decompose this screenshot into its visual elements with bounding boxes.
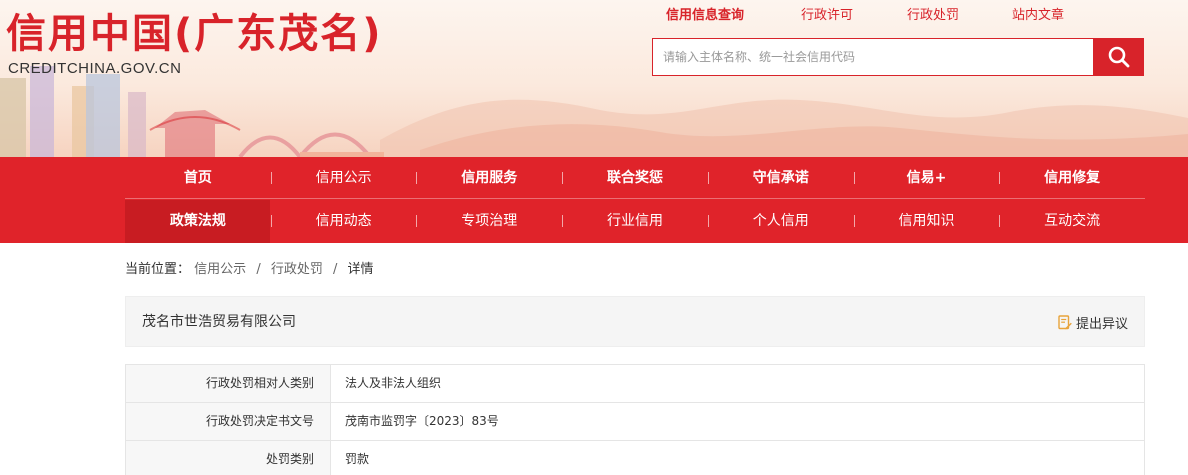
nav-item-special-governance[interactable]: 专项治理: [416, 200, 562, 242]
nav-item-credit-pledge[interactable]: 守信承诺: [707, 157, 854, 198]
nav-item-joint-rewards[interactable]: 联合奖惩: [562, 157, 708, 198]
row-label: 行政处罚相对人类别: [126, 365, 331, 402]
site-header: 信用中国(广东茂名) CREDITCHINA.GOV.CN 信用信息查询 行政许…: [0, 0, 1188, 157]
search-button[interactable]: [1093, 38, 1144, 76]
edit-note-icon: [1058, 314, 1072, 329]
nav-item-credit-repair[interactable]: 信用修复: [999, 157, 1145, 198]
nav-row-1: 首页 信用公示 信用服务 联合奖惩 守信承诺 信易+ 信用修复: [125, 157, 1145, 199]
top-link-admin-license[interactable]: 行政许可: [801, 6, 853, 26]
table-row: 行政处罚相对人类别 法人及非法人组织: [126, 365, 1144, 403]
row-value: 罚款: [345, 452, 370, 466]
search-icon: [1108, 46, 1129, 68]
penalty-detail-table: 行政处罚相对人类别 法人及非法人组织 行政处罚决定书文号 茂南市监罚字〔2023…: [125, 364, 1145, 475]
row-label: 处罚类别: [126, 441, 331, 475]
breadcrumb-prefix: 当前位置：: [125, 262, 191, 277]
nav-item-home[interactable]: 首页: [125, 157, 271, 198]
row-label: 行政处罚决定书文号: [126, 403, 331, 440]
table-row: 处罚类别 罚款: [126, 441, 1144, 475]
top-link-credit-query[interactable]: 信用信息查询: [666, 6, 744, 26]
search-input[interactable]: [652, 38, 1094, 76]
row-value: 茂南市监罚字〔2023〕83号: [345, 414, 499, 428]
nav-item-credit-news[interactable]: 信用动态: [270, 200, 417, 242]
company-name: 茂名市世浩贸易有限公司: [142, 314, 296, 330]
row-value: 法人及非法人组织: [345, 376, 442, 390]
table-row: 行政处罚决定书文号 茂南市监罚字〔2023〕83号: [126, 403, 1144, 441]
nav-item-credit-publicity[interactable]: 信用公示: [270, 157, 417, 198]
nav-item-interaction[interactable]: 互动交流: [999, 200, 1145, 242]
nav-item-xinyi-plus[interactable]: 信易+: [853, 157, 1000, 198]
objection-button[interactable]: 提出异议: [1058, 313, 1128, 332]
objection-label: 提出异议: [1075, 316, 1128, 332]
nav-row-2: 政策法规 信用动态 专项治理 行业信用 个人信用 信用知识 互动交流: [125, 200, 1145, 242]
main-nav: 首页 信用公示 信用服务 联合奖惩 守信承诺 信易+ 信用修复 政策法规 信用动…: [0, 157, 1188, 243]
nav-item-policy[interactable]: 政策法规: [125, 200, 271, 242]
nav-item-credit-service[interactable]: 信用服务: [416, 157, 562, 198]
top-link-admin-penalty[interactable]: 行政处罚: [907, 6, 959, 26]
nav-item-industry-credit[interactable]: 行业信用: [562, 200, 708, 242]
breadcrumb-current: 详情: [347, 262, 374, 277]
nav-item-personal-credit[interactable]: 个人信用: [707, 200, 854, 242]
breadcrumb-item-credit-publicity[interactable]: 信用公示: [194, 262, 246, 277]
breadcrumb-separator: /: [333, 262, 338, 277]
breadcrumb-item-admin-penalty[interactable]: 行政处罚: [271, 262, 323, 277]
nav-item-credit-knowledge[interactable]: 信用知识: [853, 200, 1000, 242]
site-logo-en: CREDITCHINA.GOV.CN: [8, 60, 182, 77]
breadcrumb: 当前位置： 信用公示 / 行政处罚 / 详情: [125, 260, 374, 280]
site-logo-cn[interactable]: 信用中国(广东茂名): [6, 8, 383, 60]
breadcrumb-separator: /: [256, 262, 261, 277]
top-link-site-articles[interactable]: 站内文章: [1012, 6, 1064, 26]
detail-title-panel: 茂名市世浩贸易有限公司 提出异议: [125, 296, 1145, 347]
